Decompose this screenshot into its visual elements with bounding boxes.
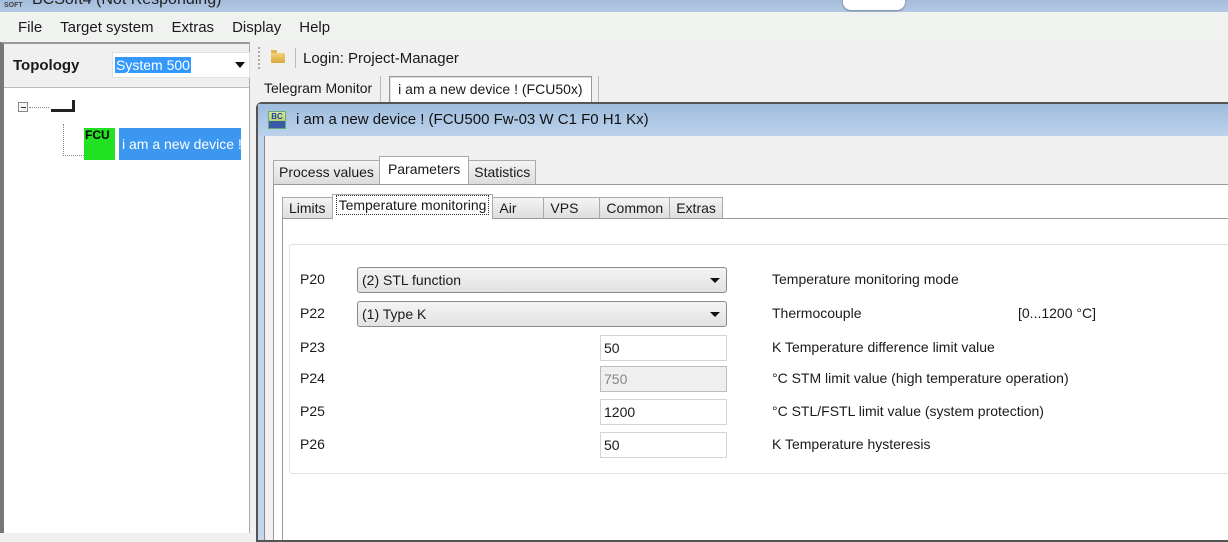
topology-header: Topology System 500 — [4, 44, 250, 88]
param-id: P22 — [300, 305, 325, 321]
device-window-title: i am a new device ! (FCU500 Fw-03 W C1 F… — [296, 111, 649, 128]
toolbar-separator — [295, 48, 296, 68]
p23-input[interactable] — [600, 335, 727, 361]
param-row-p24: P24 °C STM limit value (high temperature… — [290, 366, 1228, 392]
topology-panel: Topology System 500 FCU i am a new devic… — [0, 42, 250, 533]
menu-target-system[interactable]: Target system — [51, 19, 162, 36]
param-id: P24 — [300, 370, 325, 386]
param-id: P26 — [300, 436, 325, 452]
topology-label: Topology — [13, 57, 80, 74]
p20-select[interactable]: (2) STL function — [357, 267, 727, 293]
toolbar-grip[interactable] — [258, 47, 261, 69]
menu-help[interactable]: Help — [290, 19, 339, 36]
param-description: K Temperature hysteresis — [772, 436, 931, 452]
menu-extras[interactable]: Extras — [163, 19, 224, 36]
tree-connector — [63, 155, 84, 156]
menu-file[interactable]: File — [9, 19, 51, 36]
toolbar: Login: Project-Manager — [252, 42, 1228, 74]
device-window-body: Process values Parameters Statistics Lim… — [264, 136, 1228, 540]
param-description: Thermocouple — [772, 305, 862, 321]
param-description: °C STL/FSTL limit value (system protecti… — [772, 403, 1044, 419]
workspace: Login: Project-Manager Telegram Monitor … — [252, 42, 1228, 542]
chevron-down-icon[interactable] — [235, 62, 245, 68]
titlebar-button[interactable] — [843, 0, 905, 10]
tab-parameters[interactable]: Parameters — [378, 156, 470, 184]
subtab-temperature-monitoring-label: Temperature monitoring — [335, 195, 490, 215]
param-description: Temperature monitoring mode — [772, 271, 959, 287]
p20-select-value: (2) STL function — [362, 272, 462, 288]
param-row-p22: P22 (1) Type K Thermocouple [0...1200 °C… — [290, 301, 1228, 327]
window-title: BCSoft4 (Not Responding) — [32, 0, 221, 9]
tab-process-values[interactable]: Process values — [273, 160, 380, 184]
tab-device[interactable]: i am a new device ! (FCU50x) — [389, 76, 592, 102]
p25-input[interactable] — [600, 399, 727, 425]
param-id: P25 — [300, 403, 325, 419]
device-window-titlebar[interactable]: BC i am a new device ! (FCU500 Fw-03 W C… — [258, 104, 1228, 136]
param-description: K Temperature difference limit value — [772, 339, 995, 355]
menu-bar: File Target system Extras Display Help — [0, 12, 1228, 42]
bcsoft-app-icon: SOFT — [4, 2, 23, 9]
param-id: P20 — [300, 271, 325, 287]
param-id: P23 — [300, 339, 325, 355]
param-row-p26: P26 K Temperature hysteresis — [290, 432, 1228, 458]
bcsoft-logo-icon: BC — [268, 111, 286, 129]
chevron-down-icon[interactable] — [710, 312, 720, 317]
parameter-subtabs: Limits Temperature monitoring Air VPS Co… — [282, 193, 723, 219]
topology-tree: FCU i am a new device ! — [4, 88, 249, 528]
param-row-p25: P25 °C STL/FSTL limit value (system prot… — [290, 399, 1228, 425]
tree-connector — [63, 124, 64, 156]
chevron-down-icon[interactable] — [710, 278, 720, 283]
tab-telegram-monitor[interactable]: Telegram Monitor — [258, 76, 382, 102]
p24-input — [600, 366, 727, 392]
subtab-extras[interactable]: Extras — [669, 197, 723, 219]
param-row-p23: P23 K Temperature difference limit value — [290, 335, 1228, 361]
network-root-icon[interactable] — [51, 100, 75, 112]
title-bar: SOFT BCSoft4 (Not Responding) — [0, 0, 1228, 12]
system-select-value: System 500 — [115, 57, 191, 73]
subtab-temperature-monitoring[interactable]: Temperature monitoring — [331, 194, 494, 219]
p22-select-value: (1) Type K — [362, 306, 427, 322]
collapse-icon[interactable] — [18, 102, 28, 112]
param-description: °C STM limit value (high temperature ope… — [772, 370, 1069, 386]
subtab-common[interactable]: Common — [599, 197, 671, 219]
tree-item-device[interactable]: i am a new device ! — [119, 128, 242, 160]
temperature-monitoring-panel: P20 (2) STL function Temperature monitor… — [282, 218, 1228, 540]
tab-statistics[interactable]: Statistics — [468, 160, 537, 184]
subtab-limits[interactable]: Limits — [282, 197, 333, 219]
subtab-vps[interactable]: VPS — [543, 197, 601, 219]
login-status: Login: Project-Manager — [303, 49, 459, 67]
tab-separator — [597, 76, 599, 102]
parameter-group: P20 (2) STL function Temperature monitor… — [289, 244, 1228, 474]
parameters-panel: Limits Temperature monitoring Air VPS Co… — [273, 184, 1228, 540]
tree-connector — [29, 107, 49, 108]
param-range: [0...1200 °C] — [1018, 305, 1096, 321]
param-row-p20: P20 (2) STL function Temperature monitor… — [290, 267, 1228, 293]
p26-input[interactable] — [600, 432, 727, 458]
folder-icon[interactable] — [271, 50, 285, 63]
system-select[interactable]: System 500 — [112, 52, 250, 78]
main-tabs: Process values Parameters Statistics — [273, 156, 537, 184]
fcu-device-icon[interactable]: FCU — [84, 128, 115, 160]
menu-display[interactable]: Display — [223, 19, 290, 36]
document-tabs: Telegram Monitor i am a new device ! (FC… — [258, 74, 599, 102]
device-window: BC i am a new device ! (FCU500 Fw-03 W C… — [256, 102, 1228, 542]
p22-select[interactable]: (1) Type K — [357, 301, 727, 327]
subtab-air[interactable]: Air — [492, 197, 545, 219]
